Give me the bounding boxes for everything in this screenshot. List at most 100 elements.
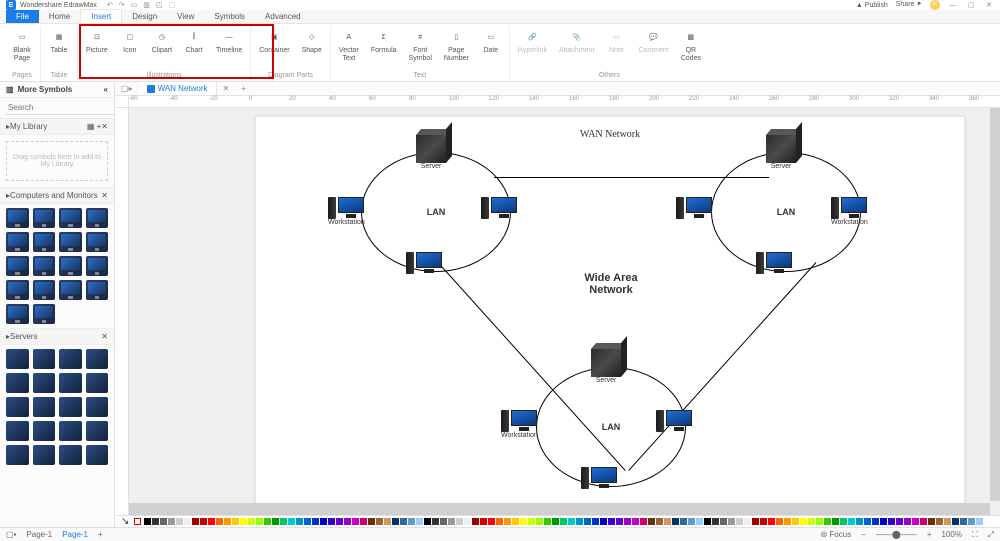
color-swatch[interactable] [376, 518, 383, 525]
color-swatch[interactable] [224, 518, 231, 525]
page-number-button[interactable]: ▯PageNumber [439, 26, 474, 66]
color-swatch[interactable] [256, 518, 263, 525]
shape-thumb[interactable] [6, 373, 29, 393]
color-swatch[interactable] [168, 518, 175, 525]
computers-section[interactable]: ▸ Computers and Monitors✕ [0, 187, 114, 204]
tab-advanced[interactable]: Advanced [255, 10, 311, 23]
icon-button[interactable]: ▢Icon [115, 26, 145, 58]
note-button[interactable]: ▭Note [601, 26, 631, 66]
server-node[interactable]: Server [591, 349, 621, 384]
shape-thumb[interactable] [86, 373, 109, 393]
color-swatch[interactable] [880, 518, 887, 525]
attachment-button[interactable]: 📎Attachment [554, 26, 599, 66]
qr-codes-button[interactable]: ▩QRCodes [676, 26, 706, 66]
color-swatch[interactable] [144, 518, 151, 525]
color-swatch[interactable] [208, 518, 215, 525]
undo-icon[interactable]: ↶ [107, 1, 113, 9]
qat-icon[interactable]: ⬚ [169, 1, 176, 9]
shape-thumb[interactable] [33, 304, 56, 324]
more-symbols-header[interactable]: ▥ More Symbols « [0, 82, 114, 98]
my-library-section[interactable]: ▸ My Library ▦ + ✕ [0, 118, 114, 135]
shape-thumb[interactable] [86, 445, 109, 465]
color-swatch[interactable] [584, 518, 591, 525]
color-swatch[interactable] [408, 518, 415, 525]
shape-thumb[interactable] [86, 421, 109, 441]
color-swatch[interactable] [928, 518, 935, 525]
color-swatch[interactable] [192, 518, 199, 525]
panel-toggle-icon[interactable]: ▢▸ [115, 84, 139, 93]
color-swatch[interactable] [296, 518, 303, 525]
color-swatch[interactable] [440, 518, 447, 525]
color-swatch[interactable] [344, 518, 351, 525]
page-indicator-icon[interactable]: ▢▪ [6, 530, 16, 539]
color-swatch[interactable] [760, 518, 767, 525]
color-swatch[interactable] [768, 518, 775, 525]
color-swatch[interactable] [752, 518, 759, 525]
color-swatch[interactable] [592, 518, 599, 525]
color-swatch[interactable] [360, 518, 367, 525]
shape-thumb[interactable] [33, 208, 56, 228]
color-swatch[interactable] [392, 518, 399, 525]
color-swatch[interactable] [896, 518, 903, 525]
color-swatch[interactable] [464, 518, 471, 525]
color-swatch[interactable] [328, 518, 335, 525]
color-swatch[interactable] [200, 518, 207, 525]
color-swatch[interactable] [272, 518, 279, 525]
shape-thumb[interactable] [86, 232, 109, 252]
hyperlink-button[interactable]: 🔗Hyperlink [513, 26, 552, 66]
servers-section[interactable]: ▸ Servers✕ [0, 328, 114, 345]
color-swatch[interactable] [936, 518, 943, 525]
shape-thumb[interactable] [59, 208, 82, 228]
color-swatch[interactable] [680, 518, 687, 525]
redo-icon[interactable]: ↷ [119, 1, 125, 9]
collapse-icon[interactable]: « [104, 85, 108, 94]
color-swatch[interactable] [832, 518, 839, 525]
color-swatch[interactable] [696, 518, 703, 525]
shape-thumb[interactable] [6, 232, 29, 252]
qat-icon[interactable]: ▭ [131, 1, 138, 9]
color-swatch[interactable] [960, 518, 967, 525]
shape-thumb[interactable] [6, 349, 29, 369]
color-swatch[interactable] [280, 518, 287, 525]
color-swatch[interactable] [944, 518, 951, 525]
fit-page-icon[interactable]: ⛶ [972, 530, 978, 540]
color-swatch[interactable] [824, 518, 831, 525]
color-swatch[interactable] [216, 518, 223, 525]
color-swatch[interactable] [728, 518, 735, 525]
shape-thumb[interactable] [86, 208, 109, 228]
server-node[interactable]: Server [416, 135, 446, 170]
shape-button[interactable]: ◇Shape [297, 26, 327, 58]
color-swatch[interactable] [544, 518, 551, 525]
close-section-icon[interactable]: ✕ [101, 332, 108, 341]
color-swatch[interactable] [152, 518, 159, 525]
color-swatch[interactable] [504, 518, 511, 525]
color-swatch[interactable] [288, 518, 295, 525]
shape-thumb[interactable] [59, 349, 82, 369]
color-swatch[interactable] [536, 518, 543, 525]
focus-button[interactable]: ⦾ Focus [821, 530, 851, 540]
color-swatch[interactable] [480, 518, 487, 525]
shape-thumb[interactable] [59, 373, 82, 393]
shape-thumb[interactable] [59, 421, 82, 441]
color-swatch[interactable] [968, 518, 975, 525]
picture-button[interactable]: ⊡Picture [81, 26, 113, 58]
fullscreen-icon[interactable]: ⤢ [988, 530, 994, 540]
close-icon[interactable]: ✕ [984, 1, 994, 9]
color-swatch[interactable] [488, 518, 495, 525]
no-fill-icon[interactable] [134, 518, 141, 525]
color-swatch[interactable] [560, 518, 567, 525]
library-dropzone[interactable]: Drag symbols here to add to My Library [6, 141, 108, 181]
workstation-node[interactable] [656, 410, 692, 432]
shape-thumb[interactable] [59, 397, 82, 417]
tab-home[interactable]: Home [39, 10, 80, 23]
color-swatch[interactable] [848, 518, 855, 525]
shape-thumb[interactable] [6, 208, 29, 228]
color-swatch[interactable] [976, 518, 983, 525]
shape-thumb[interactable] [6, 280, 29, 300]
tab-symbols[interactable]: Symbols [204, 10, 255, 23]
server-node[interactable]: Server [766, 135, 796, 170]
workstation-node[interactable] [676, 197, 712, 219]
shape-thumb[interactable] [59, 232, 82, 252]
shape-thumb[interactable] [33, 280, 56, 300]
shape-thumb[interactable] [59, 256, 82, 276]
